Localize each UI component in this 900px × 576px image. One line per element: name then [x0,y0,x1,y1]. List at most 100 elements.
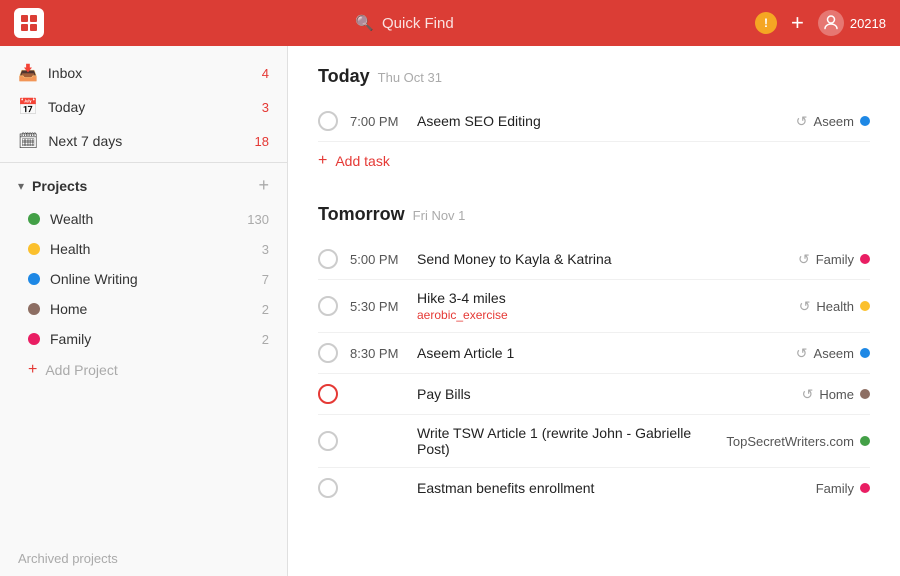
task-body: Pay Bills [417,386,790,402]
task-project-dot [860,436,870,446]
sidebar-item-home[interactable]: Home 2 [0,294,287,324]
sidebar-nav: 📥 Inbox 4 📅 Today 3 🗓 Next 7 days 18 ▾ P… [0,46,287,392]
task-meta: TopSecretWriters.com [726,434,870,449]
task-project-dot [860,389,870,399]
search-icon: 🔍 [355,14,374,32]
sidebar-item-today-label: Today [48,99,252,115]
projects-title: Projects [32,178,258,194]
health-label: Health [50,241,252,257]
task-body: Write TSW Article 1 (rewrite John - Gabr… [417,425,714,457]
sidebar-item-online-writing[interactable]: Online Writing 7 [0,264,287,294]
task-project-dot [860,483,870,493]
warning-icon: ! [764,16,768,30]
app-logo[interactable] [14,8,44,38]
sidebar-item-inbox-label: Inbox [48,65,252,81]
inbox-icon: 📥 [18,63,38,83]
today-icon: 📅 [18,97,38,117]
task-project-label: Aseem [814,114,854,129]
online-writing-label: Online Writing [50,271,252,287]
home-dot [28,303,40,315]
repeat-icon: ↺ [802,386,814,403]
add-task-icon: + [318,152,327,170]
archived-label: Archived projects [18,551,118,566]
sidebar-item-health[interactable]: Health 3 [0,234,287,264]
today-title: Today [318,66,370,87]
home-label: Home [50,301,252,317]
add-button[interactable]: + [791,10,804,36]
task-item: Write TSW Article 1 (rewrite John - Gabr… [318,415,870,468]
task-item: 5:30 PM Hike 3-4 miles aerobic_exercise … [318,280,870,333]
task-meta: ↺ Home [802,386,870,403]
task-time: 7:00 PM [350,114,405,129]
task-title: Write TSW Article 1 (rewrite John - Gabr… [417,425,714,457]
sidebar-item-today[interactable]: 📅 Today 3 [0,90,287,124]
today-section-header: Today Thu Oct 31 [318,66,870,87]
sidebar: 📥 Inbox 4 📅 Today 3 🗓 Next 7 days 18 ▾ P… [0,46,288,576]
archived-projects-link[interactable]: Archived projects [0,541,287,576]
task-circle[interactable] [318,111,338,131]
task-title: Send Money to Kayla & Katrina [417,251,786,267]
task-circle[interactable] [318,249,338,269]
task-circle[interactable] [318,343,338,363]
chevron-down-icon: ▾ [18,179,24,193]
projects-header[interactable]: ▾ Projects + [0,167,287,204]
search-placeholder: Quick Find [382,15,454,32]
task-body: Hike 3-4 miles aerobic_exercise [417,290,787,322]
task-project-label: Family [816,252,854,267]
sidebar-item-wealth[interactable]: Wealth 130 [0,204,287,234]
online-writing-dot [28,273,40,285]
task-time: 5:30 PM [350,299,405,314]
online-writing-count: 7 [262,272,269,287]
sidebar-item-next7-count: 18 [255,134,269,149]
task-circle[interactable] [318,296,338,316]
task-meta: ↺ Aseem [796,113,870,130]
add-task-button[interactable]: + Add task [318,142,870,180]
tomorrow-title: Tomorrow [318,204,405,225]
task-body: Eastman benefits enrollment [417,480,804,496]
add-project-button[interactable]: + Add Project [0,354,287,386]
task-project-dot [860,254,870,264]
repeat-icon: ↺ [796,345,808,362]
health-count: 3 [262,242,269,257]
task-project-dot [860,348,870,358]
task-item: 8:30 PM Aseem Article 1 ↺ Aseem [318,333,870,374]
task-time: 8:30 PM [350,346,405,361]
home-count: 2 [262,302,269,317]
repeat-icon: ↺ [799,298,811,315]
task-title: Eastman benefits enrollment [417,480,804,496]
add-project-plus-icon[interactable]: + [258,175,269,196]
task-circle-priority[interactable] [318,384,338,404]
task-project-label: Health [816,299,854,314]
add-task-label: Add task [335,153,389,169]
family-count: 2 [262,332,269,347]
task-project-label: TopSecretWriters.com [726,434,854,449]
repeat-icon: ↺ [796,113,808,130]
task-meta: Family [816,481,870,496]
task-body: Aseem SEO Editing [417,113,784,129]
quick-find-search[interactable]: 🔍 Quick Find [54,14,755,32]
task-meta: ↺ Health [799,298,870,315]
task-circle[interactable] [318,478,338,498]
sidebar-item-inbox-count: 4 [262,66,269,81]
task-body: Aseem Article 1 [417,345,784,361]
task-subtag: aerobic_exercise [417,308,787,322]
task-body: Send Money to Kayla & Katrina [417,251,786,267]
sidebar-item-family[interactable]: Family 2 [0,324,287,354]
task-circle[interactable] [318,431,338,451]
add-project-icon: + [28,361,37,379]
sidebar-item-next7[interactable]: 🗓 Next 7 days 18 [0,124,287,158]
wealth-dot [28,213,40,225]
sidebar-item-inbox[interactable]: 📥 Inbox 4 [0,56,287,90]
wealth-label: Wealth [50,211,237,227]
next7-icon: 🗓 [18,131,38,151]
task-meta: ↺ Aseem [796,345,870,362]
main-layout: 📥 Inbox 4 📅 Today 3 🗓 Next 7 days 18 ▾ P… [0,46,900,576]
health-dot [28,243,40,255]
task-project-label: Home [819,387,854,402]
warning-button[interactable]: ! [755,12,777,34]
user-avatar-button[interactable]: 20218 [818,10,886,36]
family-dot [28,333,40,345]
task-title: Aseem Article 1 [417,345,784,361]
topbar-actions: ! + 20218 [755,10,886,36]
repeat-icon: ↺ [798,251,810,268]
